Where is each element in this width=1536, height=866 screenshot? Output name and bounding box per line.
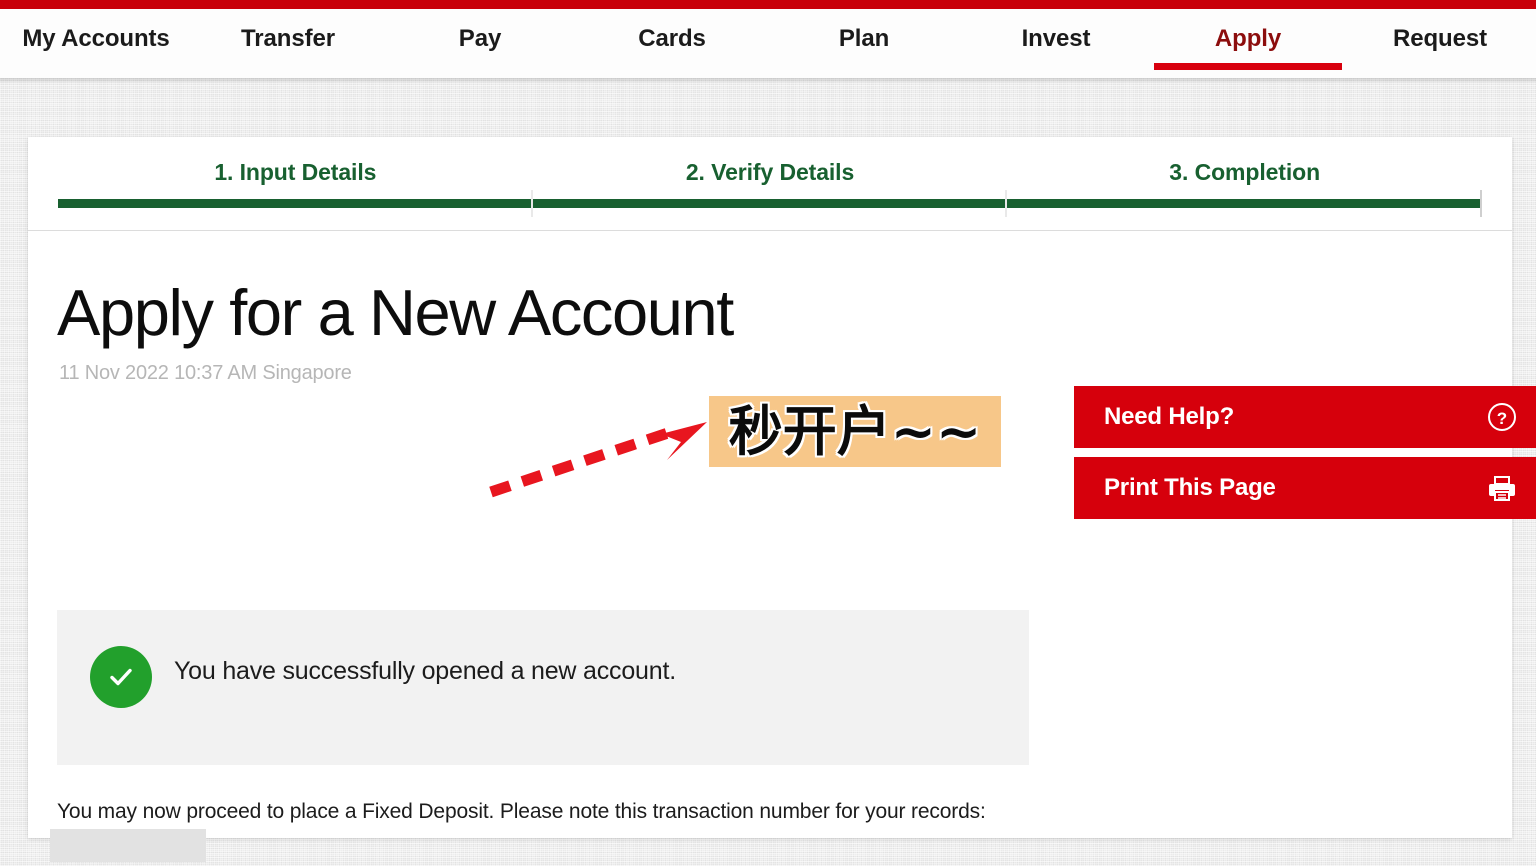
navbar-shadow — [0, 78, 1536, 84]
nav-item-label: Apply — [1214, 25, 1282, 52]
page-title: Apply for a New Account — [57, 276, 734, 349]
nav-item-apply[interactable]: Apply — [1152, 9, 1344, 78]
nav-item-label: Invest — [1021, 25, 1091, 52]
step-2-label[interactable]: 2. Verify Details — [533, 159, 1008, 186]
nav-item-transfer[interactable]: Transfer — [192, 9, 384, 78]
question-circle-icon: ? — [1486, 401, 1518, 433]
top-brand-rule — [0, 0, 1536, 9]
nav-item-request[interactable]: Request — [1344, 9, 1536, 78]
step-3-segment — [1007, 190, 1482, 217]
nav-item-label: Pay — [458, 25, 502, 52]
step-1-label[interactable]: 1. Input Details — [58, 159, 533, 186]
step-3-label[interactable]: 3. Completion — [1007, 159, 1482, 186]
nav-item-label: Plan — [838, 25, 890, 52]
nav-item-my-accounts[interactable]: My Accounts — [0, 9, 192, 78]
page-card: 1. Input Details 2. Verify Details 3. Co… — [28, 137, 1536, 862]
nav-item-invest[interactable]: Invest — [960, 9, 1152, 78]
page-timestamp: 11 Nov 2022 10:37 AM Singapore — [59, 362, 352, 384]
need-help-button[interactable]: Need Help? ? — [1074, 386, 1536, 448]
success-panel: You have successfully opened a new accou… — [57, 610, 1029, 765]
nav-item-label: Cards — [638, 25, 706, 52]
stepper-progress-bar — [58, 190, 1482, 217]
nav-item-plan[interactable]: Plan — [768, 9, 960, 78]
nav-item-label: My Accounts — [22, 25, 170, 52]
need-help-label: Need Help? — [1104, 403, 1235, 430]
primary-navigation: My Accounts Transfer Pay Cards Plan Inve… — [0, 9, 1536, 78]
print-page-label: Print This Page — [1104, 474, 1276, 501]
check-circle-icon — [90, 646, 152, 708]
nav-item-label: Transfer — [241, 25, 335, 52]
nav-item-label: Request — [1393, 25, 1487, 52]
transaction-number-redacted — [50, 829, 206, 862]
nav-item-pay[interactable]: Pay — [384, 9, 576, 78]
transaction-note: You may now proceed to place a Fixed Dep… — [57, 800, 986, 823]
page-content: Apply for a New Account 11 Nov 2022 10:3… — [28, 232, 1536, 862]
progress-stepper: 1. Input Details 2. Verify Details 3. Co… — [28, 137, 1512, 231]
step-1-segment — [58, 190, 533, 217]
annotation-highlight-text: 秒开户~~ — [709, 396, 1001, 467]
action-button-group: Need Help? ? Print This Page — [1074, 386, 1536, 519]
success-message: You have successfully opened a new accou… — [174, 657, 676, 685]
svg-text:?: ? — [1497, 409, 1507, 428]
stepper-labels: 1. Input Details 2. Verify Details 3. Co… — [58, 137, 1482, 186]
print-page-button[interactable]: Print This Page — [1074, 457, 1536, 519]
printer-icon — [1486, 472, 1518, 504]
nav-item-cards[interactable]: Cards — [576, 9, 768, 78]
step-2-segment — [533, 190, 1008, 217]
